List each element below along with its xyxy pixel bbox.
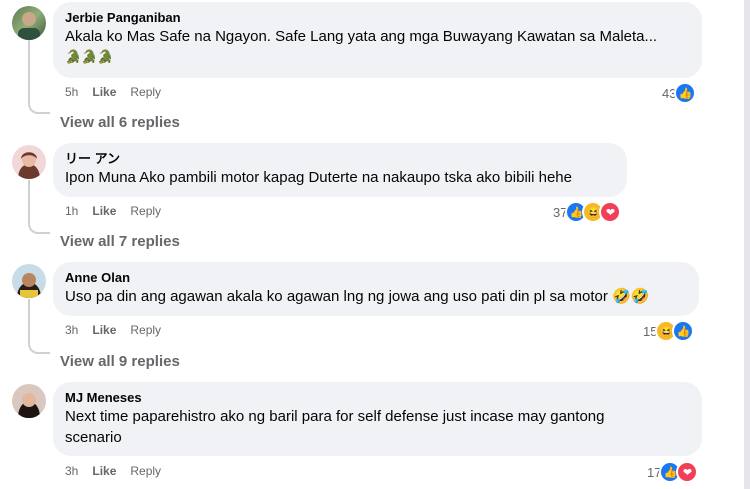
comment-time[interactable]: 3h (65, 323, 78, 337)
comment-time[interactable]: 3h (65, 464, 78, 478)
reaction-summary[interactable]: 43 👍 (662, 82, 697, 104)
view-replies-link[interactable]: View all 7 replies (60, 233, 180, 250)
view-replies-link[interactable]: View all 6 replies (60, 114, 180, 131)
reply-button[interactable]: Reply (130, 323, 161, 337)
like-button[interactable]: Like (92, 323, 116, 337)
avatar[interactable] (12, 264, 46, 298)
comment-text: Ipon Muna Ako pambili motor kapag Dutert… (65, 169, 572, 186)
thread-connector (28, 180, 50, 234)
comment-text-line-2: scenario (65, 429, 122, 446)
love-reaction-icon: ❤ (676, 461, 699, 483)
reply-button[interactable]: Reply (130, 464, 161, 478)
comment-time[interactable]: 1h (65, 204, 78, 218)
scroll-edge (744, 0, 750, 489)
thread-connector (28, 40, 50, 114)
reaction-summary[interactable]: 37 👍 😆 ❤ (553, 201, 622, 223)
comment-time[interactable]: 5h (65, 85, 78, 99)
like-button[interactable]: Like (92, 85, 116, 99)
comment-actions: 1h Like Reply (65, 204, 161, 218)
thread-connector (28, 299, 50, 354)
avatar[interactable] (12, 384, 46, 418)
reply-button[interactable]: Reply (130, 204, 161, 218)
comment-emoji: 🐊🐊🐊 (65, 49, 114, 64)
reaction-summary[interactable]: 15 😆 👍 (643, 320, 695, 342)
comment-text-line-1: Next time paparehistro ako ng baril para… (65, 408, 605, 425)
comment-author[interactable]: Anne Olan (65, 269, 687, 286)
comment-bubble: Jerbie Panganiban Akala ko Mas Safe na N… (53, 2, 702, 78)
comment-bubble: リー アン Ipon Muna Ako pambili motor kapag … (53, 143, 627, 197)
like-reaction-icon: 👍 (672, 320, 695, 342)
like-button[interactable]: Like (92, 464, 116, 478)
comment-author[interactable]: Jerbie Panganiban (65, 9, 690, 26)
like-reaction-icon: 👍 (674, 82, 697, 104)
comment-bubble: MJ Meneses Next time paparehistro ako ng… (53, 382, 702, 456)
reply-button[interactable]: Reply (130, 85, 161, 99)
comment-actions: 3h Like Reply (65, 464, 161, 478)
love-reaction-icon: ❤ (599, 201, 622, 223)
view-replies-link[interactable]: View all 9 replies (60, 353, 180, 370)
comment-bubble: Anne Olan Uso pa din ang agawan akala ko… (53, 262, 699, 316)
comment-text: Uso pa din ang agawan akala ko agawan ln… (65, 288, 650, 305)
comment-author[interactable]: MJ Meneses (65, 389, 690, 406)
comment-actions: 3h Like Reply (65, 323, 161, 337)
like-button[interactable]: Like (92, 204, 116, 218)
avatar[interactable] (12, 145, 46, 179)
comment-text: Akala ko Mas Safe na Ngayon. Safe Lang y… (65, 28, 658, 45)
avatar[interactable] (12, 6, 46, 40)
comment-actions: 5h Like Reply (65, 85, 161, 99)
comment-author[interactable]: リー アン (65, 150, 615, 167)
reaction-summary[interactable]: 17 👍 ❤ (647, 461, 699, 483)
